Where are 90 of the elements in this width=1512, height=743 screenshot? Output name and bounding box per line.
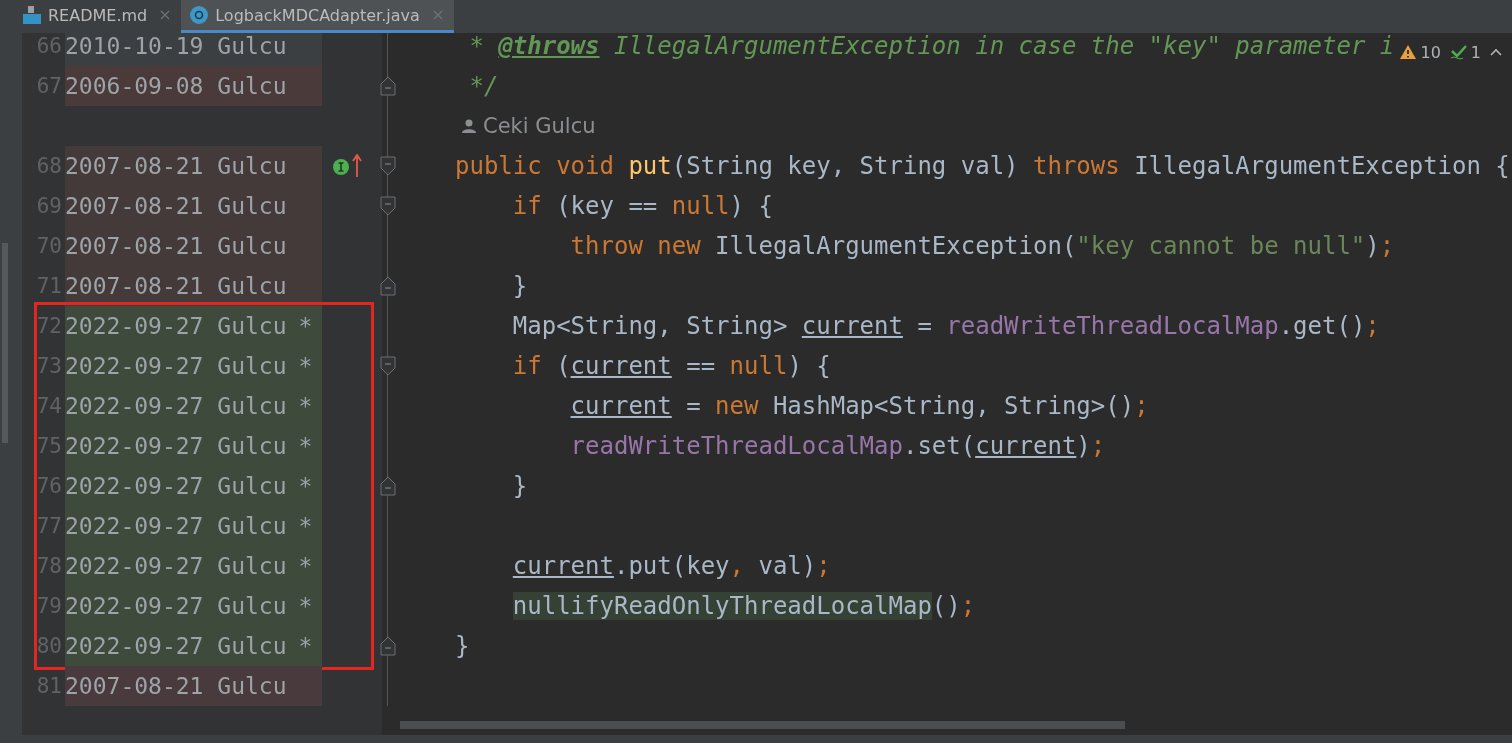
code-token: new bbox=[715, 392, 759, 420]
code-token: IllegalArgumentException( bbox=[715, 232, 1077, 260]
code-token: ) { bbox=[729, 192, 773, 220]
class-file-icon bbox=[189, 5, 210, 25]
code-token: ( bbox=[556, 352, 571, 380]
code-token: (key == bbox=[556, 192, 659, 220]
check-icon[interactable] bbox=[1449, 44, 1468, 60]
fold-icon[interactable] bbox=[380, 196, 396, 216]
warning-count: 10 bbox=[1420, 42, 1441, 62]
code-token: * bbox=[469, 33, 485, 60]
blame-annotation[interactable]: 2022-09-27 Gulcu * bbox=[65, 626, 322, 666]
code-token: nullifyReadOnlyThreadLocalMap bbox=[512, 592, 932, 620]
code-token: public void bbox=[455, 152, 615, 180]
blame-annotation[interactable]: 2022-09-27 Gulcu * bbox=[65, 586, 322, 626]
code-token: */ bbox=[469, 72, 499, 100]
blame-annotation[interactable]: 2007-08-21 Gulcu bbox=[65, 226, 322, 266]
code-token: } bbox=[455, 632, 470, 660]
blame-annotation[interactable]: 2022-09-27 Gulcu * bbox=[65, 346, 322, 386]
editor-tab[interactable]: LogbackMDCAdapter.java bbox=[181, 0, 454, 33]
code-token: = bbox=[917, 312, 933, 340]
fold-icon[interactable] bbox=[380, 476, 396, 496]
blame-annotation[interactable]: 2007-08-21 Gulcu bbox=[65, 666, 322, 706]
blame-annotation[interactable]: 2007-08-21 Gulcu bbox=[65, 266, 322, 306]
code-token: .set( bbox=[902, 432, 976, 460]
code-token: @throws bbox=[498, 33, 600, 60]
blame-annotation[interactable]: 2022-09-27 Gulcu * bbox=[65, 306, 322, 346]
code-token: } bbox=[512, 272, 528, 300]
blame-annotation[interactable]: 2022-09-27 Gulcu * bbox=[65, 426, 322, 466]
code-token: current bbox=[570, 352, 672, 380]
markdown-file-icon bbox=[22, 5, 42, 25]
code-token: ; bbox=[1134, 392, 1149, 420]
fold-icon[interactable] bbox=[380, 276, 396, 296]
code-token: null bbox=[671, 192, 730, 220]
code-token: throws bbox=[1033, 152, 1120, 180]
fold-icon[interactable] bbox=[380, 76, 396, 96]
code-token: ) bbox=[1365, 232, 1380, 260]
code-token: if bbox=[512, 352, 542, 380]
code-token: ; bbox=[960, 592, 976, 620]
blame-annotation[interactable]: 2022-09-27 Gulcu * bbox=[65, 546, 322, 586]
fold-icon[interactable] bbox=[380, 156, 396, 176]
code-token: readWriteThreadLocalMap bbox=[570, 432, 903, 460]
code-token: .put(key bbox=[613, 552, 730, 580]
blame-annotation[interactable]: 2022-09-27 Gulcu * bbox=[65, 506, 322, 546]
close-icon[interactable] bbox=[431, 9, 444, 21]
blame-annotation[interactable]: 2007-08-21 Gulcu bbox=[65, 186, 322, 226]
caret-up-icon[interactable] bbox=[1490, 48, 1502, 56]
blame-annotation[interactable]: 2022-09-27 Gulcu * bbox=[65, 466, 322, 506]
code-token: IllegalArgumentException in case the "key" parameter i bbox=[613, 33, 1395, 60]
code-token: if bbox=[512, 192, 542, 220]
code-token: (String key, String val) bbox=[671, 152, 1020, 180]
blame-annotation[interactable]: 2006-09-08 Gulcu bbox=[65, 66, 322, 106]
code-token: put bbox=[628, 152, 672, 180]
blame-annotation[interactable]: 2010-10-19 Gulcu bbox=[65, 33, 322, 66]
author-hint[interactable]: Ceki Gulcu bbox=[483, 114, 596, 138]
code-token: HashMap<String, String>() bbox=[772, 392, 1135, 420]
code-token: ; bbox=[1379, 232, 1395, 260]
vertical-scrollbar[interactable] bbox=[2, 243, 8, 443]
code-token: throw new bbox=[570, 232, 701, 260]
code-token: val) bbox=[758, 552, 817, 580]
code-token: = bbox=[686, 392, 702, 420]
code-token: null bbox=[729, 352, 788, 380]
warning-icon[interactable] bbox=[1399, 44, 1418, 60]
code-token: == bbox=[686, 352, 717, 380]
blame-annotation[interactable]: 2022-09-27 Gulcu * bbox=[65, 386, 322, 426]
code-token: .get() bbox=[1278, 312, 1366, 340]
blame-annotation[interactable]: 2007-08-21 Gulcu bbox=[65, 146, 322, 186]
code-token: ; bbox=[816, 552, 831, 580]
person-icon bbox=[461, 118, 477, 134]
code-token: current bbox=[512, 552, 614, 580]
code-token: readWriteThreadLocalMap bbox=[946, 312, 1279, 340]
horizontal-scrollbar[interactable] bbox=[400, 721, 1125, 729]
code-token: "key cannot be null" bbox=[1076, 232, 1366, 260]
implements-override-icon[interactable] bbox=[332, 154, 364, 178]
code-token: current bbox=[801, 312, 903, 340]
editor-tab[interactable]: README.md bbox=[14, 0, 182, 33]
fold-icon[interactable] bbox=[380, 636, 396, 656]
code-token: , bbox=[729, 552, 744, 580]
code-token: IllegalArgumentException { bbox=[1134, 152, 1510, 180]
code-token: current bbox=[570, 392, 672, 420]
code-token: Map<String, String> bbox=[512, 312, 789, 340]
code-token: ) bbox=[1076, 432, 1091, 460]
close-icon[interactable] bbox=[159, 9, 172, 21]
fold-icon[interactable] bbox=[380, 356, 396, 376]
code-token: ) { bbox=[787, 352, 831, 380]
code-token: current bbox=[975, 432, 1077, 460]
code-token: ; bbox=[1365, 312, 1380, 340]
check-count: 1 bbox=[1470, 42, 1481, 62]
code-token: () bbox=[931, 592, 961, 620]
code-token: ; bbox=[1090, 432, 1106, 460]
code-token: } bbox=[512, 472, 528, 500]
